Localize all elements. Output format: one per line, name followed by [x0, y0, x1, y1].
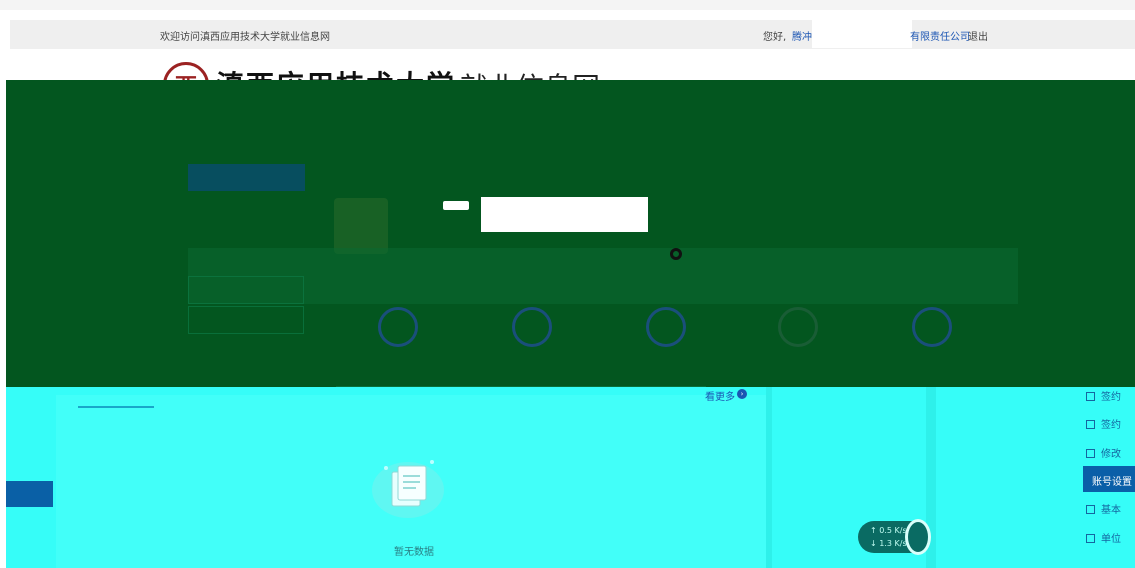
side-menu-item[interactable]: 修改: [1086, 445, 1121, 460]
side-menu-item[interactable]: 单位: [1086, 530, 1121, 545]
side-menu-label: 单位: [1101, 534, 1121, 545]
ghost-circle-icon: [512, 307, 552, 347]
ghost-menu-item: [188, 276, 304, 304]
side-menu-label: 基本: [1101, 505, 1121, 516]
side-menu-label: 签约: [1101, 392, 1121, 403]
ghost-spinner-icon: [670, 248, 682, 260]
company-name-link[interactable]: 有限责任公司: [910, 28, 970, 43]
logout-link[interactable]: 退出: [968, 28, 988, 43]
redacted-name-box: [481, 197, 648, 232]
ghost-divider: [766, 387, 772, 568]
chevron-right-icon[interactable]: ›: [737, 389, 747, 399]
green-overlay: [6, 80, 1135, 387]
greeting-text: 您好,: [763, 32, 787, 43]
bookmarks-bar: [0, 0, 1135, 10]
empty-state-text: 暂无数据: [394, 547, 434, 558]
ghost-panel: [188, 248, 1018, 304]
account-settings-item[interactable]: 账号设置: [1083, 466, 1135, 492]
checkbox-icon: [1086, 449, 1095, 458]
ghost-circle-icon: [378, 307, 418, 347]
side-menu-label: 修改: [1101, 449, 1121, 460]
view-more-link[interactable]: 看更多: [705, 388, 735, 403]
download-value: 1.3: [879, 539, 892, 548]
ghost-button: [188, 164, 305, 191]
speed-ring-icon[interactable]: [905, 519, 931, 555]
user-name-link[interactable]: 腾冲: [792, 28, 812, 43]
ghost-circle-icon: [646, 307, 686, 347]
empty-box-icon: [372, 460, 444, 518]
left-nav-block[interactable]: [6, 481, 53, 507]
checkbox-icon: [1086, 534, 1095, 543]
side-menu-item[interactable]: 基本: [1086, 501, 1121, 516]
side-menu-label: 签约: [1101, 420, 1121, 431]
tab-underline: [78, 406, 154, 408]
side-menu-item[interactable]: 签约: [1086, 416, 1121, 431]
welcome-text: 欢迎访问滇西应用技术大学就业信息网: [160, 32, 330, 43]
ghost-avatar: [334, 198, 388, 254]
redacted-tab: [443, 201, 469, 210]
redacted-user-box: [812, 20, 912, 48]
cyan-overlay: [6, 387, 1135, 568]
upload-value: 0.5: [879, 526, 892, 535]
checkbox-icon: [1086, 392, 1095, 401]
ghost-circle-icon: [778, 307, 818, 347]
side-menu-item[interactable]: 签约: [1086, 388, 1121, 403]
checkbox-icon: [1086, 420, 1095, 429]
checkbox-icon: [1086, 505, 1095, 514]
ghost-circle-icon: [912, 307, 952, 347]
ghost-menu-item: [188, 306, 304, 334]
